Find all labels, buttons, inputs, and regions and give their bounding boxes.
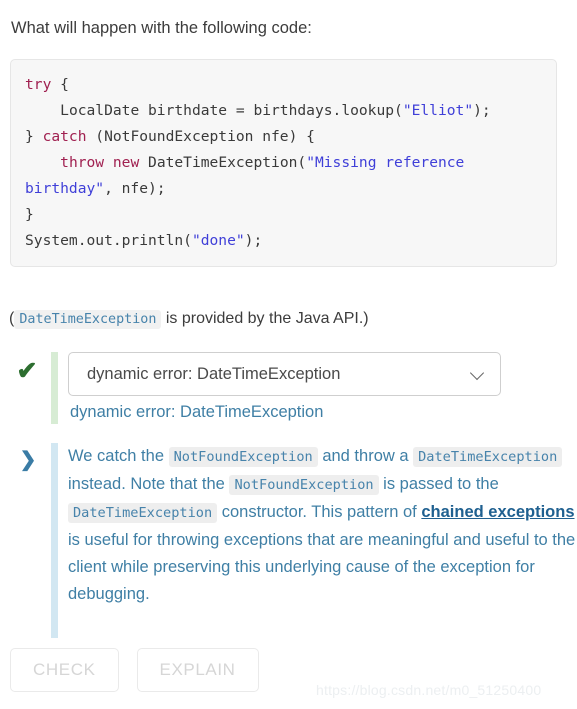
explanation-text-run: instead. Note that the (68, 475, 230, 493)
code-token: "Elliot" (402, 102, 474, 119)
explanation-inline-code: NotFoundException (168, 447, 318, 467)
code-token: catch (42, 128, 87, 145)
answer-row: ✔ dynamic error: DateTimeException dynam… (14, 352, 554, 427)
check-button[interactable]: CHECK (10, 648, 119, 692)
question-prompt: What will happen with the following code… (11, 19, 312, 37)
code-snippet: try { LocalDate birthdate = birthdays.lo… (25, 72, 542, 254)
answer-echo-text: dynamic error: DateTimeException (70, 403, 324, 421)
watermark: https://blog.csdn.net/m0_51250400 (316, 682, 542, 698)
api-note: (DateTimeException is provided by the Ja… (9, 308, 369, 331)
code-token: DateTimeException( (139, 154, 307, 171)
code-token: "done" (191, 232, 245, 249)
explanation-text-run: is useful for throwing exceptions that a… (68, 531, 576, 603)
note-inline-code: DateTimeException (14, 310, 162, 329)
code-token: throw (60, 154, 105, 171)
code-token: ); (244, 232, 263, 249)
explanation-inline-code: DateTimeException (413, 447, 563, 467)
code-block: try { LocalDate birthdate = birthdays.lo… (10, 59, 557, 267)
note-tail: is provided by the Java API.) (161, 310, 369, 327)
chevron-right-icon: ❯ (19, 449, 37, 471)
chained-exceptions-link[interactable]: chained exceptions (421, 503, 574, 521)
answer-select[interactable]: dynamic error: DateTimeException (68, 352, 501, 396)
explanation-text-run: is passed to the (378, 475, 499, 493)
chevron-down-icon[interactable] (470, 366, 486, 382)
explanation-text-run: We catch the (68, 447, 169, 465)
code-token: { LocalDate birthdate = birthdays.lookup… (60, 76, 403, 119)
explanation-inline-code: NotFoundException (229, 475, 379, 495)
explain-button[interactable]: EXPLAIN (136, 648, 259, 692)
answer-select-box[interactable]: dynamic error: DateTimeException (68, 352, 501, 396)
explanation-bar (51, 443, 58, 638)
explanation-inline-code: DateTimeException (68, 503, 218, 523)
explanation-text-run: and throw a (317, 447, 414, 465)
action-buttons: CHECK EXPLAIN (10, 648, 259, 692)
quiz-page: What will happen with the following code… (0, 0, 577, 709)
code-token: new (112, 154, 140, 171)
explanation-text: We catch the NotFoundException and throw… (68, 443, 577, 608)
code-token: try (25, 76, 52, 93)
explanation-text-run: constructor. This pattern of (217, 503, 422, 521)
answer-select-value: dynamic error: DateTimeException (87, 364, 341, 383)
check-icon: ✔ (16, 357, 38, 385)
answer-status-bar (51, 352, 58, 424)
